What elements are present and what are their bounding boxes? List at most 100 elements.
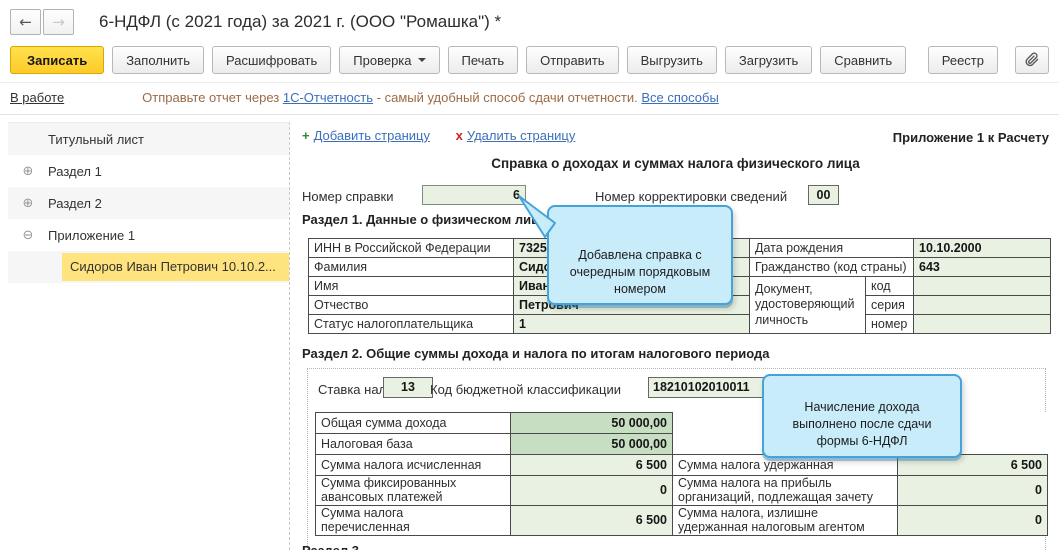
kbk-label: Код бюджетной классификации — [430, 382, 621, 397]
inn-label: ИНН в Российской Федерации — [308, 238, 514, 258]
section2-title: Раздел 2. Общие суммы дохода и налога по… — [302, 346, 770, 361]
tooltip-callout-income: Начисление дохода выполнено после сдачи … — [762, 374, 962, 458]
fixed-advance-label: Сумма фиксированных авансовых платежей — [315, 475, 511, 506]
identity-doc-label: Документ, удостоверяющий личность — [749, 276, 866, 334]
callout-tail-icon — [518, 195, 556, 238]
save-button[interactable]: Записать — [10, 46, 105, 74]
check-button[interactable]: Проверка — [339, 46, 440, 74]
import-button[interactable]: Загрузить — [724, 46, 813, 74]
sidebar-item-employee[interactable]: Сидоров Иван Петрович 10.10.2... — [8, 251, 289, 283]
print-button[interactable]: Печать — [447, 46, 519, 74]
callout-text: Добавлена справка с очередным порядковым… — [569, 247, 711, 296]
tax-calculated-label: Сумма налога исчисленная — [315, 454, 511, 476]
birth-date-label: Дата рождения — [749, 238, 914, 258]
surname-label: Фамилия — [308, 257, 514, 277]
toolbar: Записать Заполнить Расшифровать Проверка… — [0, 44, 1059, 83]
forward-button[interactable]: → — [43, 9, 74, 35]
report-state-link[interactable]: В работе — [10, 90, 64, 105]
ref-number-field[interactable]: 6 — [422, 185, 526, 205]
table-row: Статус налогоплательщика 1 номер — [308, 314, 1051, 334]
correction-number-field[interactable]: 00 — [808, 185, 839, 205]
attachment-button[interactable] — [1015, 46, 1049, 74]
hint-text-prefix: Отправьте отчет через — [142, 90, 283, 105]
fixed-advance-value-cell[interactable]: 0 — [510, 475, 673, 506]
x-icon: x — [455, 128, 463, 143]
sidebar-item-appendix1[interactable]: ⊖ Приложение 1 — [8, 219, 289, 251]
plus-circle-icon[interactable]: ⊕ — [20, 164, 36, 179]
fill-button[interactable]: Заполнить — [112, 46, 205, 74]
app-window: ← → 6-НДФЛ (с 2021 года) за 2021 г. (ООО… — [0, 0, 1059, 550]
registry-button[interactable]: Реестр — [927, 46, 998, 74]
doc-code-label: код — [865, 276, 914, 296]
tax-withheld-value-cell[interactable]: 6 500 — [897, 454, 1048, 476]
table-row: Сумма налога исчисленная 6 500 Сумма нал… — [315, 454, 1048, 476]
sidebar-item-section2[interactable]: ⊕ Раздел 2 — [8, 187, 289, 219]
selected-employee-label[interactable]: Сидоров Иван Петрович 10.10.2... — [62, 253, 289, 281]
total-income-value-cell[interactable]: 50 000,00 — [510, 412, 673, 434]
plus-circle-icon[interactable]: ⊕ — [20, 196, 36, 211]
tax-calculated-value-cell[interactable]: 6 500 — [510, 454, 673, 476]
tax-base-label: Налоговая база — [315, 433, 511, 455]
send-button[interactable]: Отправить — [526, 46, 619, 74]
tax-over-withheld-value-cell[interactable]: 0 — [897, 504, 1048, 536]
tax-over-withheld-label: Сумма налога, излишне удержанная налогов… — [672, 504, 898, 536]
export-button[interactable]: Выгрузить — [626, 46, 717, 74]
section3-title-partial: Раздел 3. — [302, 543, 363, 550]
total-income-label: Общая сумма дохода — [315, 412, 511, 434]
page-actions: + Добавить страницу x Удалить страницу — [302, 128, 597, 143]
sidebar-item-label: Раздел 1 — [48, 163, 102, 179]
profit-tax-offset-value-cell[interactable]: 0 — [897, 475, 1048, 506]
doc-number-label: номер — [865, 314, 914, 334]
decode-button[interactable]: Расшифровать — [212, 46, 332, 74]
profit-tax-offset-label: Сумма налога на прибыль организаций, под… — [672, 475, 898, 506]
all-methods-link[interactable]: Все способы — [641, 90, 718, 105]
status-bar: В работе Отправьте отчет через 1С-Отчетн… — [0, 83, 1059, 115]
ref-number-label: Номер справки — [302, 189, 394, 204]
doc-series-value-cell[interactable] — [913, 295, 1051, 315]
check-button-label: Проверка — [353, 52, 412, 68]
sections-tree: Титульный лист ⊕ Раздел 1 ⊕ Раздел 2 ⊖ П… — [8, 122, 290, 550]
citizenship-value-cell[interactable]: 643 — [913, 257, 1051, 277]
doc-code-value-cell[interactable] — [913, 276, 1051, 296]
tax-transferred-value-cell[interactable]: 6 500 — [510, 504, 673, 536]
reporting-hint: Отправьте отчет через 1С-Отчетность - са… — [142, 90, 719, 105]
tax-withheld-label: Сумма налога удержанная — [672, 454, 898, 476]
tooltip-callout-ref-number: Добавлена справка с очередным порядковым… — [518, 195, 733, 306]
page-title: 6-НДФЛ (с 2021 года) за 2021 г. (ООО "Ро… — [99, 12, 502, 31]
table-row: Сумма налога перечисленная 6 500 Сумма н… — [315, 504, 1048, 536]
sidebar-item-section1[interactable]: ⊕ Раздел 1 — [8, 155, 289, 187]
correction-number-label: Номер корректировки сведений — [595, 189, 788, 204]
compare-button[interactable]: Сравнить — [820, 46, 907, 74]
callout-text: Начисление дохода выполнено после сдачи … — [792, 399, 932, 448]
content-area: Титульный лист ⊕ Раздел 1 ⊕ Раздел 2 ⊖ П… — [0, 119, 1059, 550]
patronymic-label: Отчество — [308, 295, 514, 315]
doc-series-label: серия — [865, 295, 914, 315]
back-button[interactable]: ← — [10, 9, 41, 35]
arrow-right-icon: → — [52, 13, 65, 31]
certificate-title: Справка о доходах и суммах налога физиче… — [491, 156, 860, 171]
taxpayer-status-value-cell[interactable]: 1 — [513, 314, 750, 334]
citizenship-label: Гражданство (код страны) — [749, 257, 914, 277]
minus-circle-icon[interactable]: ⊖ — [20, 228, 36, 243]
doc-number-value-cell[interactable] — [913, 314, 1051, 334]
sidebar-item-title-page[interactable]: Титульный лист — [8, 123, 289, 155]
firstname-label: Имя — [308, 276, 514, 296]
sidebar-item-label: Титульный лист — [48, 131, 145, 147]
sidebar-item-label: Приложение 1 — [48, 227, 136, 243]
1c-reporting-link[interactable]: 1С-Отчетность — [283, 90, 373, 105]
sidebar-item-label: Раздел 2 — [48, 195, 102, 211]
plus-icon: + — [302, 128, 310, 143]
title-bar: ← → 6-НДФЛ (с 2021 года) за 2021 г. (ООО… — [0, 0, 1059, 44]
taxpayer-status-label: Статус налогоплательщика — [308, 314, 514, 334]
certificate-form: + Добавить страницу x Удалить страницу При… — [292, 119, 1059, 550]
delete-page-link[interactable]: Удалить страницу — [467, 128, 576, 143]
add-page-link[interactable]: Добавить страницу — [314, 128, 430, 143]
tax-rate-field[interactable]: 13 — [383, 377, 433, 398]
birth-date-value-cell[interactable]: 10.10.2000 — [913, 238, 1051, 258]
appendix-corner-label: Приложение 1 к Расчету — [892, 130, 1049, 145]
tax-transferred-label: Сумма налога перечисленная — [315, 504, 511, 536]
section1-title: Раздел 1. Данные о физическом лице — [302, 212, 547, 227]
tax-base-value-cell[interactable]: 50 000,00 — [510, 433, 673, 455]
paperclip-icon — [1024, 51, 1040, 70]
table-row: Сумма фиксированных авансовых платежей 0… — [315, 475, 1048, 506]
